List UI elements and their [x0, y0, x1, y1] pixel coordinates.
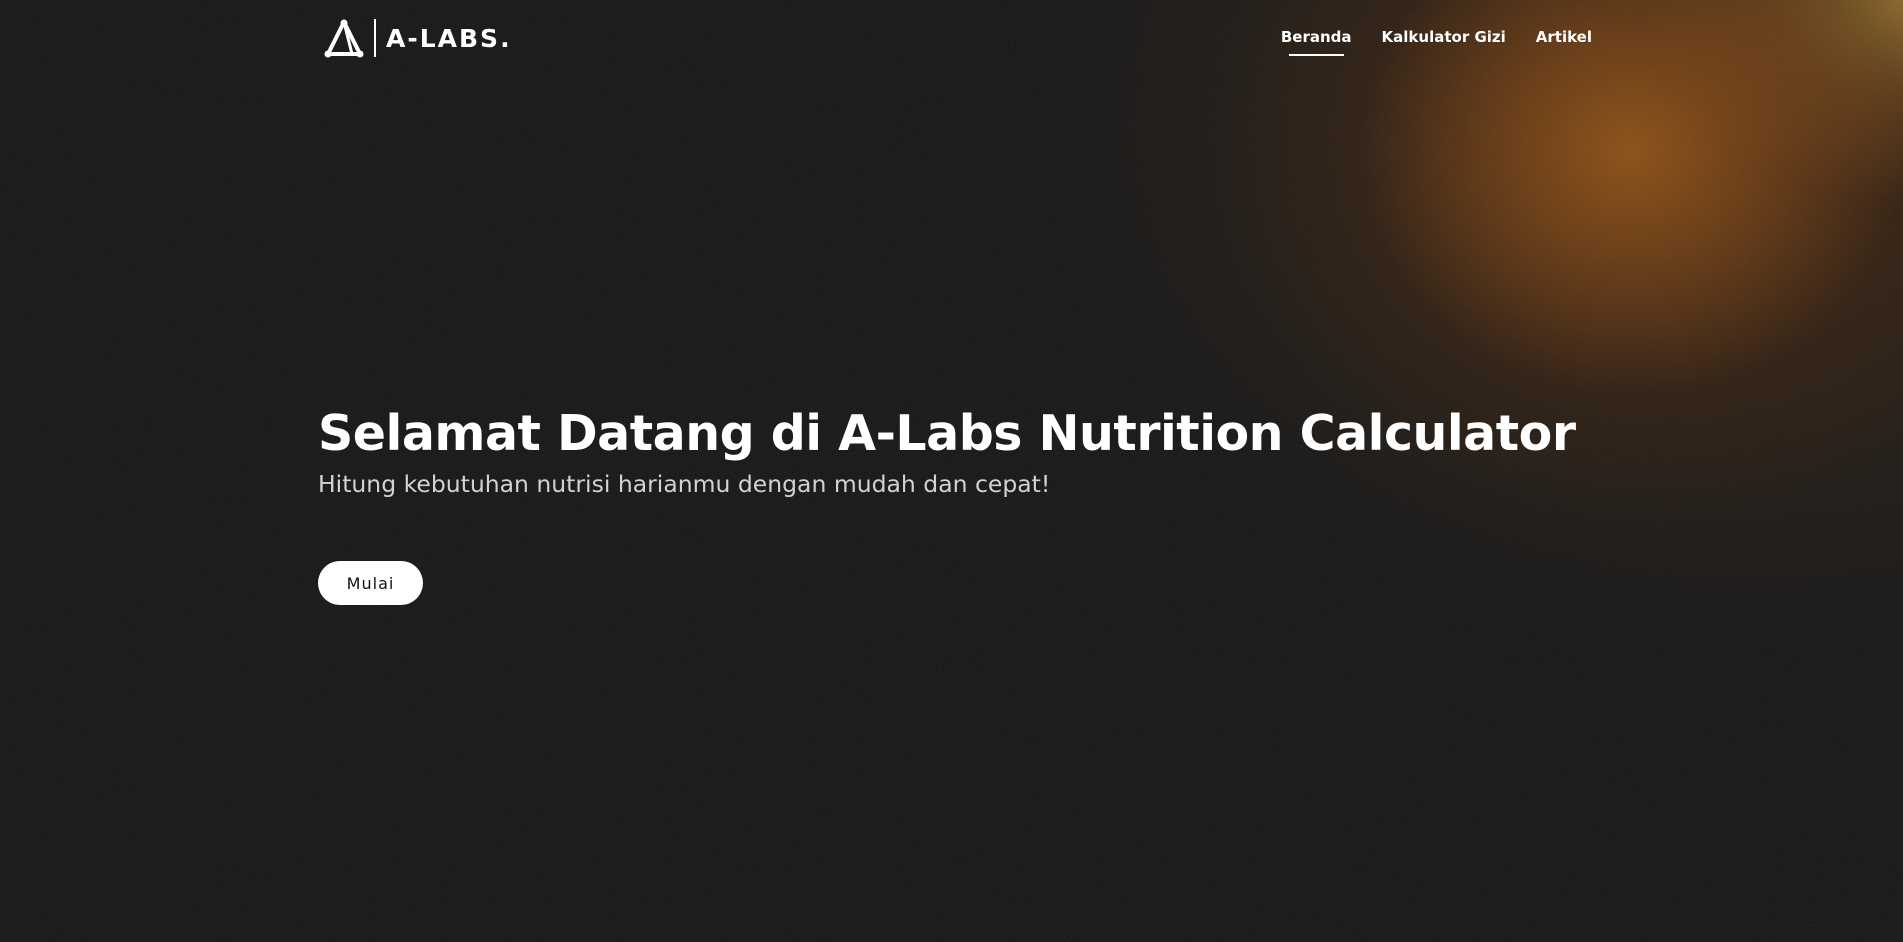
- nav-item-kalkulator-gizi[interactable]: Kalkulator Gizi: [1382, 28, 1506, 46]
- nav-item-beranda[interactable]: Beranda: [1281, 28, 1352, 56]
- landing-page: A-LABS. Beranda Kalkulator Gizi Artikel …: [0, 0, 1903, 942]
- site-header: A-LABS. Beranda Kalkulator Gizi Artikel: [322, 18, 1592, 62]
- hero-section: Selamat Datang di A-Labs Nutrition Calcu…: [318, 404, 1576, 500]
- brand-name: A-LABS.: [386, 23, 512, 53]
- hero-title: Selamat Datang di A-Labs Nutrition Calcu…: [318, 405, 1576, 462]
- nav-item-artikel[interactable]: Artikel: [1536, 28, 1592, 46]
- triangle-nodes-icon: [324, 19, 364, 58]
- brand-logo[interactable]: A-LABS.: [322, 18, 512, 58]
- hero-subtitle: Hitung kebutuhan nutrisi harianmu dengan…: [318, 470, 1051, 498]
- main-nav: Beranda Kalkulator Gizi Artikel: [1281, 28, 1592, 56]
- logo-divider: [374, 19, 376, 57]
- start-button[interactable]: Mulai: [318, 561, 423, 605]
